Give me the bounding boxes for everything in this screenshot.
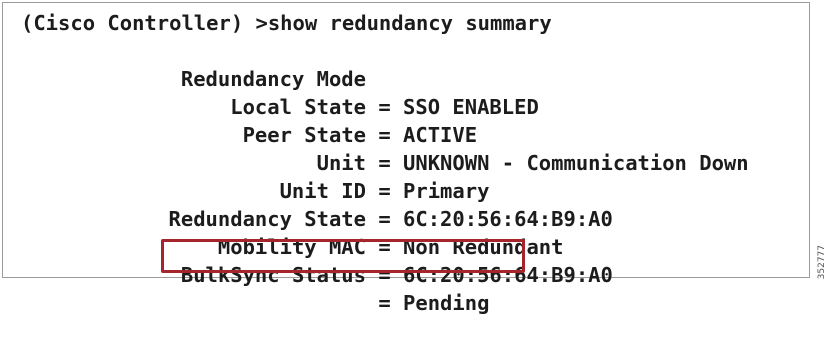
terminal-output-panel: (Cisco Controller) >show redundancy summ… xyxy=(2,2,810,278)
row-value: = Pending xyxy=(366,289,489,317)
figure-id-label: 352777 xyxy=(817,245,827,279)
bulksync-highlight-box xyxy=(161,239,525,273)
command-prompt-line: (Cisco Controller) >show redundancy summ… xyxy=(21,9,552,37)
